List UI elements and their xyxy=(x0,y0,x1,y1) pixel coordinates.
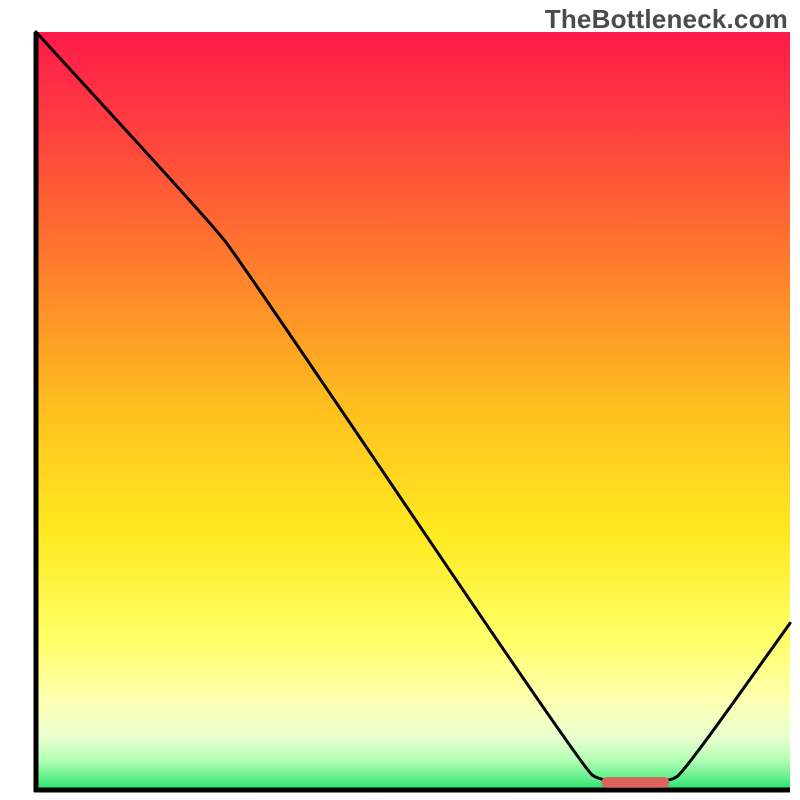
plot-background xyxy=(36,32,790,790)
watermark-text: TheBottleneck.com xyxy=(545,4,788,35)
bottleneck-chart xyxy=(0,0,800,800)
optimal-range-marker xyxy=(602,777,670,788)
chart-container: TheBottleneck.com xyxy=(0,0,800,800)
